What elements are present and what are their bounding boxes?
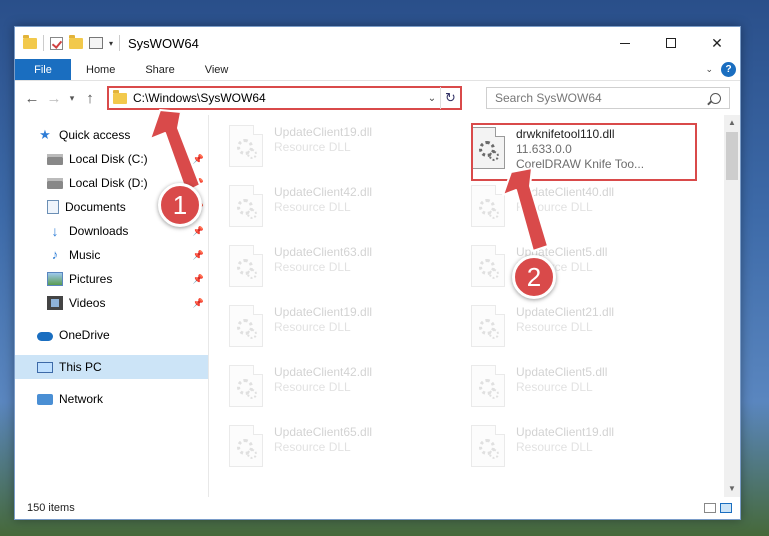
annotation-arrows — [149, 109, 549, 252]
arrow-2 — [502, 167, 549, 252]
arrow-1 — [149, 109, 201, 193]
step-2-badge: 2 — [512, 255, 556, 299]
step-1-badge: 1 — [158, 183, 202, 227]
